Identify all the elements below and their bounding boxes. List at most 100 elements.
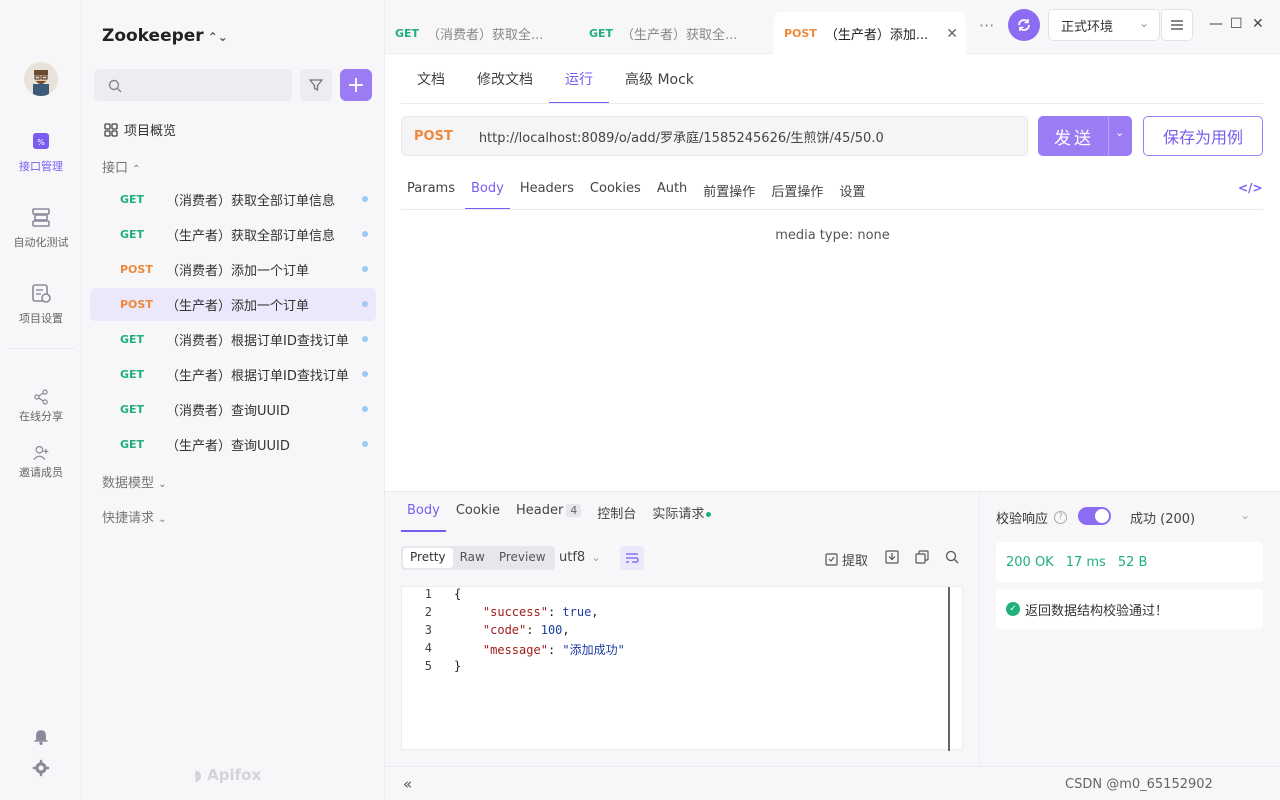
media-type-text: media type: none xyxy=(775,228,890,243)
rail-item-share[interactable]: 在线分享 xyxy=(0,388,82,424)
tab-post-script[interactable]: 后置操作 xyxy=(765,168,829,210)
tab-edit-docs[interactable]: 修改文档 xyxy=(461,54,549,104)
api-item[interactable]: GET （消费者）查询UUID xyxy=(90,393,376,426)
status-code: 200 OK xyxy=(1006,554,1054,570)
close-icon[interactable]: ✕ xyxy=(946,26,958,42)
project-overview-link[interactable]: 项目概览 xyxy=(104,120,176,139)
tab-pre-script[interactable]: 前置操作 xyxy=(697,168,761,210)
maximize-icon[interactable]: ☐ xyxy=(1230,16,1243,32)
method-select[interactable]: POST xyxy=(414,129,453,144)
check-circle-icon: ✓ xyxy=(1006,602,1020,616)
search-icon xyxy=(108,79,122,93)
api-item[interactable]: GET （生产者）根据订单ID查找订单 xyxy=(90,358,376,391)
tab-settings[interactable]: 设置 xyxy=(833,168,871,210)
chevron-down-icon: ⌄ xyxy=(591,551,601,564)
send-button[interactable]: 发送 ⌄ xyxy=(1038,116,1132,156)
window-close-icon[interactable]: ✕ xyxy=(1252,16,1264,32)
tab-docs[interactable]: 文档 xyxy=(401,54,461,104)
validate-label: 校验响应? xyxy=(996,508,1068,527)
validate-toggle[interactable] xyxy=(1078,507,1111,525)
api-item[interactable]: GET （消费者）获取全部订单信息 xyxy=(90,183,376,216)
sync-icon xyxy=(1018,19,1030,31)
apifox-logo-icon: ◗ xyxy=(194,766,208,784)
tab-headers[interactable]: Headers xyxy=(514,168,580,210)
url-text: http://localhost:8089/o/add/罗承庭/15852456… xyxy=(478,130,884,146)
url-input[interactable]: POST http://localhost:8089/o/add/罗承庭/158… xyxy=(401,116,1028,156)
download-icon[interactable] xyxy=(885,550,899,564)
api-item[interactable]: POST （消费者）添加一个订单 xyxy=(90,253,376,286)
rail-item-notifications[interactable] xyxy=(0,727,82,751)
tab-auth[interactable]: Auth xyxy=(651,168,693,210)
avatar[interactable] xyxy=(24,62,58,96)
response-panel: Body Cookie Header 4 控制台 实际请求 Pretty Raw … xyxy=(385,491,979,766)
filter-button[interactable] xyxy=(300,69,332,101)
copy-icon[interactable] xyxy=(915,550,929,564)
divider xyxy=(1108,116,1109,156)
section-api[interactable]: 接口 ⌃ xyxy=(102,157,141,176)
api-item-active[interactable]: POST （生产者）添加一个订单 xyxy=(90,288,376,321)
response-code-view[interactable]: 1{ 2 "success": true, 3 "code": 100, 4 "… xyxy=(401,586,963,751)
status-bar: « CSDN @m0_65152902 xyxy=(385,766,1280,800)
svg-text:%: % xyxy=(37,138,45,147)
grid-icon xyxy=(104,122,118,137)
code-line: 1{ xyxy=(424,587,462,601)
automation-icon xyxy=(32,208,50,227)
format-raw[interactable]: Raw xyxy=(453,548,492,568)
tab-response-body[interactable]: Body xyxy=(401,492,446,532)
environment-select[interactable]: 正式环境 ⌄ xyxy=(1048,9,1160,41)
extract-icon xyxy=(825,553,838,566)
format-pretty[interactable]: Pretty xyxy=(403,548,453,568)
tab-params[interactable]: Params xyxy=(401,168,461,210)
collapse-sidebar-icon[interactable]: « xyxy=(403,775,412,793)
tab-request-active[interactable]: POST （生产者）添加... ✕ xyxy=(774,12,966,54)
api-item[interactable]: GET （生产者）查询UUID xyxy=(90,428,376,461)
chevron-down-icon: ⌄ xyxy=(158,479,167,490)
extract-button[interactable]: 提取 xyxy=(825,550,868,569)
response-tabs: Body Cookie Header 4 控制台 实际请求 xyxy=(401,492,721,532)
format-switch: Pretty Raw Preview xyxy=(401,546,555,570)
chevron-down-icon[interactable]: ⌄ xyxy=(1240,508,1250,522)
add-api-button[interactable]: + xyxy=(340,69,372,101)
menu-icon xyxy=(1171,20,1183,30)
rail-item-preferences[interactable] xyxy=(0,759,82,783)
rail-item-api[interactable]: % 接口管理 xyxy=(0,130,82,174)
api-item[interactable]: GET （生产者）获取全部订单信息 xyxy=(90,218,376,251)
minimize-icon[interactable]: — xyxy=(1209,16,1223,32)
format-preview[interactable]: Preview xyxy=(492,548,553,568)
rail-item-invite[interactable]: 邀请成员 xyxy=(0,444,82,480)
help-icon[interactable]: ? xyxy=(1054,511,1068,524)
tab-actual-request[interactable]: 实际请求 xyxy=(646,492,717,532)
section-models[interactable]: 数据模型 ⌄ xyxy=(102,472,167,491)
tab-cookies[interactable]: Cookies xyxy=(584,168,647,210)
wrap-button[interactable] xyxy=(620,546,644,570)
response-size: 52 B xyxy=(1117,554,1148,570)
tab-response-cookie[interactable]: Cookie xyxy=(450,492,506,532)
env-menu-button[interactable] xyxy=(1161,9,1193,41)
more-tabs-icon[interactable]: ··· xyxy=(979,16,994,35)
tab-run[interactable]: 运行 xyxy=(549,54,609,104)
scrollbar[interactable] xyxy=(948,587,950,751)
api-item[interactable]: GET （消费者）根据订单ID查找订单 xyxy=(90,323,376,356)
api-icon: % xyxy=(33,133,49,149)
project-switcher[interactable]: Zookeeper ⌃⌄ xyxy=(102,26,228,46)
encoding-select[interactable]: utf8 ⌄ xyxy=(559,550,600,565)
tab-body[interactable]: Body xyxy=(464,168,510,210)
param-tabs: Params Body Headers Cookies Auth 前置操作 后置… xyxy=(401,168,875,210)
tab-request[interactable]: GET （生产者）获取全... xyxy=(579,12,771,54)
save-case-button[interactable]: 保存为用例 xyxy=(1143,116,1263,156)
tab-response-header[interactable]: Header 4 xyxy=(510,492,587,532)
sync-button[interactable] xyxy=(1008,9,1040,41)
section-quick[interactable]: 快捷请求 ⌄ xyxy=(102,507,167,526)
tab-mock[interactable]: 高级 Mock xyxy=(609,54,710,104)
rail-item-automation[interactable]: 自动化测试 xyxy=(0,206,82,250)
tab-console[interactable]: 控制台 xyxy=(591,492,642,532)
search-icon[interactable] xyxy=(945,550,959,564)
tab-request[interactable]: GET （消费者）获取全... xyxy=(385,12,577,54)
chevron-down-icon[interactable]: ⌄ xyxy=(1115,126,1124,139)
rail-item-settings[interactable]: 项目设置 xyxy=(0,282,82,326)
main-panel: 文档 修改文档 运行 高级 Mock POST http://localhost… xyxy=(385,54,1280,800)
validation-panel: 校验响应? 成功 (200) ⌄ 200 OK 17 ms 52 B ✓ 返回数… xyxy=(979,491,1280,766)
status-dot xyxy=(362,301,368,307)
search-input[interactable] xyxy=(94,69,292,101)
code-icon[interactable]: </> xyxy=(1238,181,1263,195)
